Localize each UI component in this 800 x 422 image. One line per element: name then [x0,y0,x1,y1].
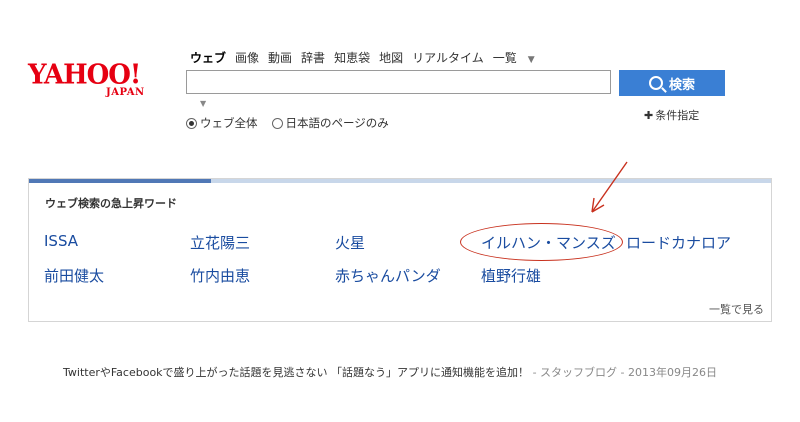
trend-word[interactable]: 火星 [335,232,365,253]
plus-icon: ✚ [644,109,654,122]
radio-unchecked-icon [271,117,283,129]
radio-web-all[interactable]: ウェブ全体 [186,115,258,131]
nav-list-label: 一覧 [492,51,517,65]
search-button-label: 検索 [668,76,695,92]
news-footer: TwitterやFacebookで盛り上がった話題を見逃さない 「話題なう」アプ… [63,364,717,380]
trend-word[interactable]: イルハン・マンスズ [481,232,616,253]
trend-word[interactable]: ロードカナロア [626,232,731,253]
logo-sub: JAPAN [106,87,145,98]
nav-dictionary[interactable]: 辞書 [301,49,325,66]
trend-word[interactable]: 植野行雄 [481,265,541,286]
nav-images[interactable]: 画像 [235,49,259,66]
search-input[interactable] [186,70,611,94]
trend-word[interactable]: ISSA [44,232,78,250]
chevron-down-icon: ▼ [527,55,535,65]
nav-videos[interactable]: 動画 [268,49,292,66]
search-conditions-label: 条件指定 [655,109,700,122]
search-assist-toggle-icon[interactable]: ▼ [200,99,206,108]
radio-japanese-only-label: 日本語のページのみ [285,116,389,130]
trend-word[interactable]: 前田健太 [44,265,104,286]
nav-map[interactable]: 地図 [379,49,403,66]
nav-realtime[interactable]: リアルタイム [412,49,484,66]
trend-word[interactable]: 立花陽三 [190,232,250,253]
search-button[interactable]: 検索 [619,70,725,96]
radio-web-all-label: ウェブ全体 [200,116,258,130]
nav-web[interactable]: ウェブ [190,49,226,66]
trend-word[interactable]: 赤ちゃんパンダ [335,265,441,286]
yahoo-japan-logo[interactable]: YAHOO! JAPAN [28,59,168,106]
trend-word[interactable]: 竹内由恵 [190,265,250,286]
panel-top-accent [29,179,211,183]
radio-checked-icon [186,117,197,129]
radio-japanese-only[interactable]: 日本語のページのみ [271,115,389,131]
nav-chiebukuro[interactable]: 知恵袋 [334,49,370,66]
search-conditions-link[interactable]: ✚ 条件指定 [644,107,699,123]
footer-separator: - [532,366,537,379]
search-icon [648,76,663,90]
footer-source[interactable]: スタッフブログ [540,366,617,379]
nav-list[interactable]: 一覧 ▼ [493,49,544,66]
search-category-nav: ウェブ 画像 動画 辞書 知恵袋 地図 リアルタイム 一覧 ▼ [190,49,553,66]
footer-date: 2013年09月26日 [628,366,718,379]
footer-headline-link[interactable]: TwitterやFacebookで盛り上がった話題を見逃さない 「話題なう」アプ… [63,366,529,379]
footer-separator: - [620,366,625,379]
see-all-link[interactable]: 一覧で見る [709,301,764,317]
search-scope-radios: ウェブ全体 日本語のページのみ [186,115,389,131]
trending-title: ウェブ検索の急上昇ワード [45,197,177,210]
trending-words-panel: ウェブ検索の急上昇ワード ISSA 立花陽三 火星 イルハン・マンスズ ロードカ… [28,178,772,322]
